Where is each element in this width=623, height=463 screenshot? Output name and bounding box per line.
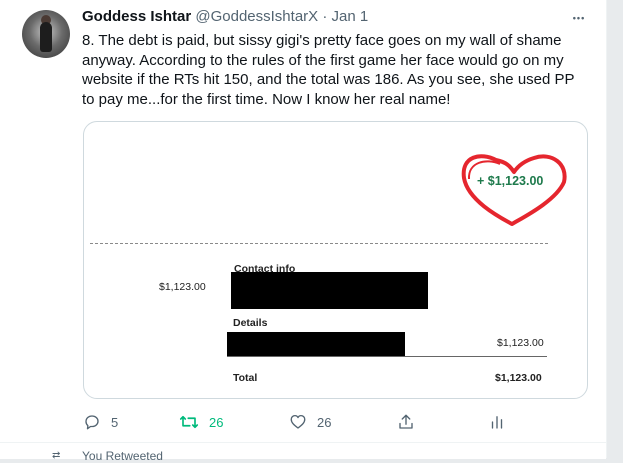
- more-options-icon[interactable]: •••: [567, 6, 591, 26]
- analytics-icon: [491, 416, 503, 429]
- tweet-text: 8. The debt is paid, but sissy gigi's pr…: [82, 32, 575, 109]
- like-heart-icon: [290, 414, 306, 429]
- tweet-date[interactable]: Jan 1: [332, 8, 369, 25]
- retweet-icon: [179, 415, 199, 429]
- like-count: 26: [317, 414, 332, 430]
- like-button[interactable]: 26: [289, 411, 331, 433]
- reply-count: 5: [111, 414, 119, 430]
- details-label: Details: [233, 317, 268, 329]
- handle[interactable]: @GoddessIshtarX: [195, 8, 318, 25]
- retweet-button[interactable]: 26: [179, 411, 223, 433]
- more-options-dots: •••: [572, 13, 586, 23]
- tweet-actions: 5 26 26: [0, 411, 606, 433]
- left-amount: $1,123.00: [159, 281, 206, 293]
- share-icon: [399, 414, 413, 429]
- retweet-count: 26: [209, 414, 224, 430]
- details-underline: [227, 356, 547, 357]
- avatar[interactable]: [22, 10, 70, 58]
- redacted-contact-info: [231, 272, 428, 309]
- details-amount: $1,123.00: [497, 337, 544, 349]
- reply-button[interactable]: 5: [83, 411, 118, 433]
- share-button[interactable]: [397, 411, 415, 433]
- display-name[interactable]: Goddess Ishtar: [82, 8, 191, 25]
- tweet-header: Goddess Ishtar @GoddessIshtarX · Jan 1: [82, 8, 368, 25]
- reply-icon: [85, 415, 99, 430]
- total-amount: $1,123.00: [495, 372, 542, 384]
- redacted-details: [227, 332, 405, 357]
- receipt-divider: [90, 243, 548, 244]
- received-amount: + $1,123.00: [477, 174, 544, 188]
- retweeted-label: You Retweeted: [82, 449, 163, 463]
- tweet-card[interactable]: Goddess Ishtar @GoddessIshtarX · Jan 1 •…: [0, 0, 607, 463]
- avatar-figure: [40, 22, 52, 52]
- analytics-button[interactable]: [489, 411, 505, 433]
- total-label: Total: [233, 372, 258, 384]
- retweeted-icon: ⇄: [52, 450, 61, 461]
- next-tweet-strip: ⇄ You Retweeted: [0, 442, 606, 463]
- tweet-media-image[interactable]: + $1,123.00 Contact info $1,123.00 Detai…: [83, 121, 588, 399]
- separator: ·: [322, 8, 328, 25]
